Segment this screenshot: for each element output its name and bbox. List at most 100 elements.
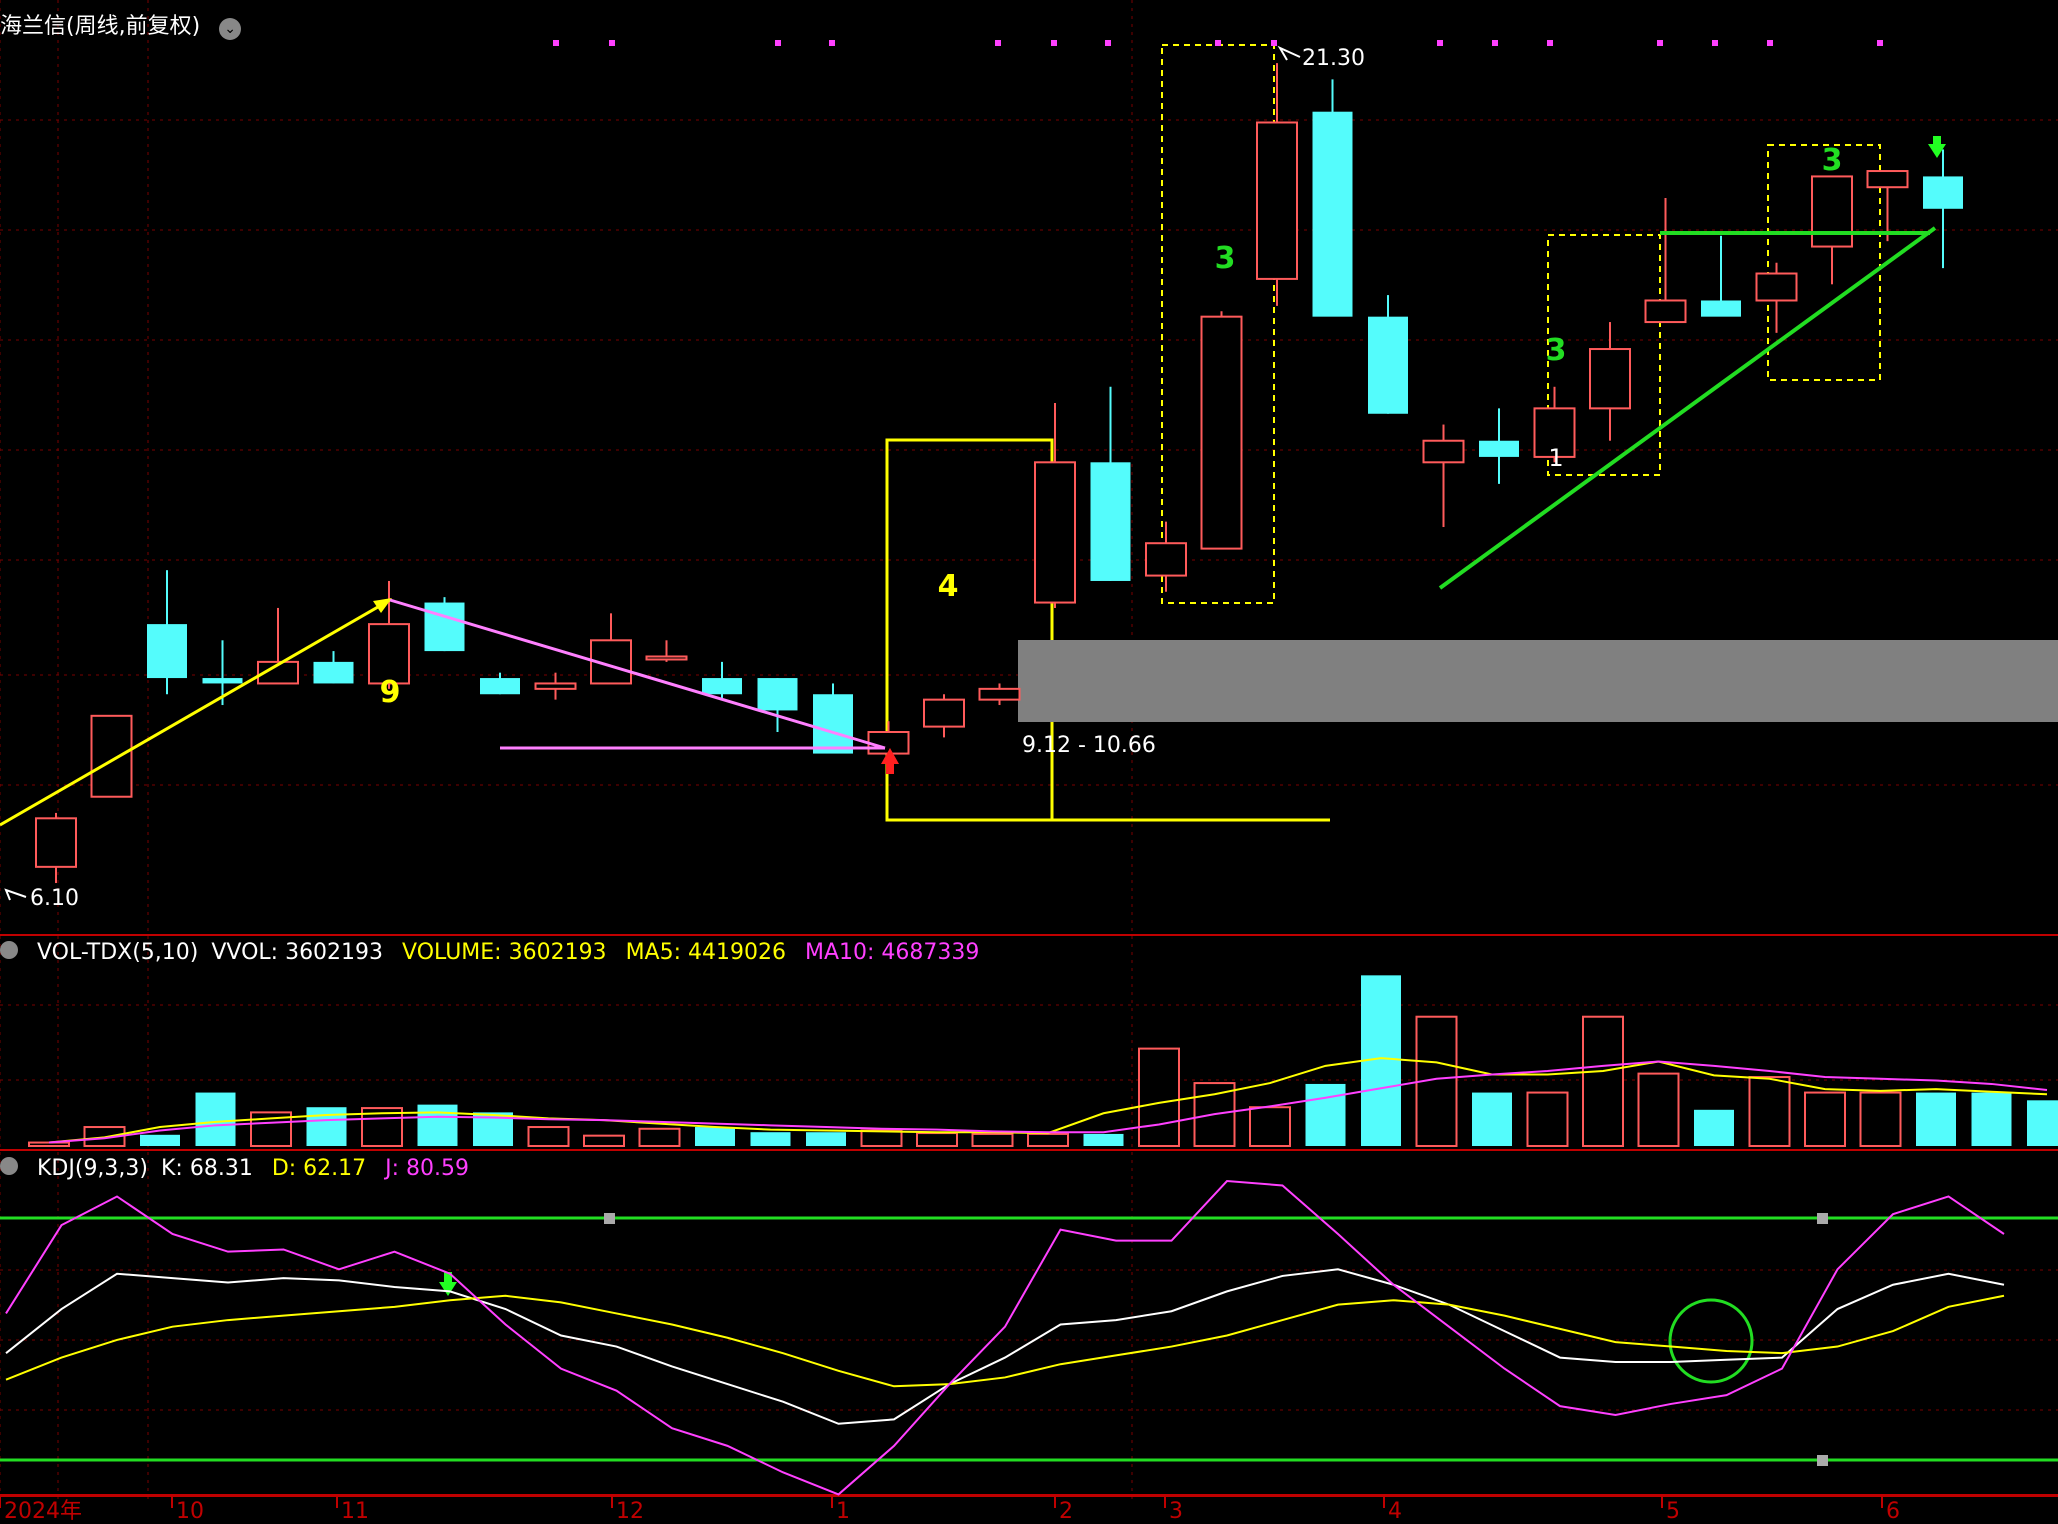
volume-bar <box>860 1129 903 1148</box>
marker-dot <box>1712 40 1718 46</box>
volume-value: VOLUME: 3602193 <box>402 940 607 965</box>
candlestick <box>813 683 853 754</box>
candlestick <box>1200 311 1243 550</box>
title-bar: 海兰信(周线,前复权) ⌄ <box>0 8 253 40</box>
count-label-4: 4 <box>938 569 959 604</box>
marker-dot <box>1877 40 1883 46</box>
high-price-label: 21.30 <box>1302 46 1365 71</box>
candle-body <box>1923 176 1963 209</box>
volume-bar <box>1694 1109 1734 1146</box>
count-label-3-a: 3 <box>1215 241 1236 276</box>
candlestick <box>1312 79 1353 317</box>
ma10-line <box>48 1060 2048 1144</box>
candle-body <box>1479 440 1519 457</box>
candlestick <box>90 714 133 798</box>
title-dropdown-icon[interactable]: ⌄ <box>219 18 242 40</box>
candle-body <box>1644 299 1687 324</box>
candlestick <box>1644 198 1687 324</box>
candle-body <box>202 678 243 684</box>
candle-body <box>1866 170 1909 189</box>
volume-bar <box>1916 1092 1956 1146</box>
ma5-value: MA5: 4419026 <box>625 940 786 965</box>
volume-header: VOL-TDX(5,10) VVOL: 3602193 VOLUME: 3602… <box>0 940 991 965</box>
resistance-zone <box>1018 640 2058 722</box>
candlestick <box>1145 521 1187 592</box>
axis-tick-label: 2 <box>1059 1499 1073 1520</box>
volume-bar <box>750 1132 791 1146</box>
d-line <box>5 1294 2005 1388</box>
zone-price-label: 9.12 - 10.66 <box>1022 733 1156 758</box>
candlestick <box>645 640 688 662</box>
ma10-value: MA10: 4687339 <box>804 940 980 965</box>
chart-canvas: 9 4 3 3 3 1 21.30 6.10 9.12 - 10.66 2024… <box>0 0 2058 1524</box>
volume-bar <box>527 1126 570 1147</box>
marker-dot <box>1657 40 1663 46</box>
candle-body <box>534 682 577 690</box>
axis-tick-label: 2024年 <box>4 1499 82 1520</box>
volume-bar <box>417 1104 458 1146</box>
candle-body <box>147 624 187 679</box>
candlestick <box>1811 175 1853 285</box>
candlestick <box>1923 149 1963 269</box>
candlestick <box>978 683 1021 706</box>
marker-dot <box>1767 40 1773 46</box>
axis-tick-label: 6 <box>1886 1499 1900 1520</box>
volume-bar <box>1748 1076 1791 1147</box>
k-value: K: 68.31 <box>161 1156 253 1181</box>
axis-tick-label: 11 <box>341 1499 369 1520</box>
volume-bar <box>971 1132 1014 1148</box>
volume-bar <box>638 1127 681 1148</box>
candle-body <box>90 714 133 798</box>
volume-bar <box>1804 1091 1846 1147</box>
volume-bar <box>1637 1072 1680 1147</box>
marker-dot <box>1492 40 1498 46</box>
marker-dot <box>609 40 615 46</box>
candlestick <box>480 672 520 695</box>
volume-bar <box>583 1134 625 1147</box>
candlestick <box>534 672 577 700</box>
candle-body <box>702 678 742 695</box>
volume-bar <box>1859 1091 1902 1147</box>
candlestick <box>1090 386 1131 581</box>
candlestick <box>1256 63 1298 306</box>
candle-body <box>1090 462 1131 581</box>
volume-panel <box>28 975 2058 1148</box>
marker-dot <box>1215 40 1221 46</box>
kdj-settings-icon[interactable] <box>0 1157 18 1175</box>
volume-bar <box>306 1107 347 1146</box>
kdj-indicator-name[interactable]: KDJ(9,3,3) <box>37 1156 148 1181</box>
d-value: D: 62.17 <box>271 1156 367 1181</box>
volume-bar <box>1472 1092 1512 1146</box>
candle-body <box>1811 175 1853 248</box>
marker-dot <box>1271 40 1277 46</box>
volume-indicator-name[interactable]: VOL-TDX(5,10) <box>37 940 198 965</box>
volume-bar <box>1305 1083 1346 1146</box>
candlestick <box>35 812 77 884</box>
top-marker-dots <box>553 40 1883 46</box>
count-label-3-c: 3 <box>1822 143 1843 178</box>
candlestick <box>1755 262 1798 333</box>
candle-body <box>424 602 465 652</box>
marker-dot <box>995 40 1001 46</box>
axis-tick-label: 3 <box>1169 1499 1183 1520</box>
ma5-line <box>48 1057 2048 1144</box>
axis-tick-label: 10 <box>176 1499 204 1520</box>
j-line <box>5 1179 2005 1496</box>
candlestick <box>1701 235 1741 317</box>
candle-body <box>757 678 798 711</box>
stock-title: 海兰信(周线,前复权) <box>0 14 201 39</box>
candle-body <box>1034 461 1076 604</box>
time-axis: 2024年 10 11 12 1 2 3 4 5 6 <box>0 1496 1900 1524</box>
volume-settings-icon[interactable] <box>0 941 18 959</box>
candlestick <box>1422 424 1465 528</box>
marker-dot <box>1051 40 1057 46</box>
volume-bar <box>1971 1092 2012 1146</box>
marker-dot <box>1437 40 1443 46</box>
candle-body <box>480 678 520 695</box>
candle-body <box>1755 272 1798 302</box>
volume-bar <box>1249 1106 1291 1147</box>
candle-body <box>645 655 688 661</box>
marker-dot <box>1105 40 1111 46</box>
candle-body <box>1368 316 1408 414</box>
candle-body <box>978 687 1021 701</box>
